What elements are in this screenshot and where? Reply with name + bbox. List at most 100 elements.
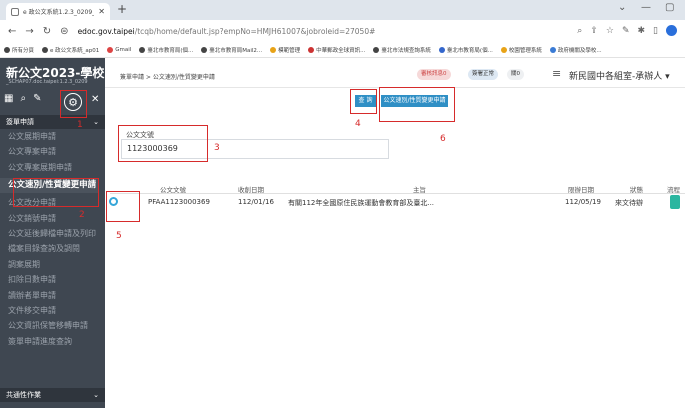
annotation-box-menu [13,178,99,207]
cell-doc-no: PFAA1123000369 [148,198,210,206]
edit-icon[interactable]: ✎ [33,93,41,104]
bookmark-item[interactable]: Gmail [107,46,131,53]
count-badge[interactable]: 關0 [507,69,524,80]
gmail-icon [107,46,114,53]
browser-tab-bar: e 政公文系統1.2.3_0209_SCHAP ✕ + ⌄ — ▢ [0,0,685,20]
annotation-box-field [118,125,208,162]
alert-badge[interactable]: 審核訊息0 [417,69,451,80]
bookmark-item[interactable]: 臺北市教育局(個... [139,46,193,54]
sidebar-item-deduct-days[interactable]: 扣除日數申請 [0,275,105,285]
table-row[interactable]: PFAA1123000369 112/01/16 有關112年全國原住民族運動會… [105,195,685,210]
annotation-box-query [350,89,377,114]
tab-close-icon[interactable]: ✕ [98,7,105,16]
caret-down-icon: ▾ [662,72,670,82]
cell-status: 來文待辦 [615,199,643,207]
bookmark-item[interactable]: 臺北市法規查詢系統 [373,46,431,54]
bookmark-item[interactable]: 所有分頁 [4,46,34,54]
sidebar-section-header[interactable]: 簽單申請 ⌄ [0,115,105,129]
bookmark-item[interactable]: e 政公文系統_ap01 [42,46,99,54]
forward-icon[interactable]: → [25,26,33,37]
table-divider [110,193,685,194]
sidepanel-icon[interactable]: ▯ [653,26,658,36]
address-bar: ← → ↻ ⊜ edoc.gov.taipei/tcqb/home/defaul… [0,20,685,42]
browser-tab[interactable]: e 政公文系統1.2.3_0209_SCHAP ✕ [6,3,110,20]
bookmark-icon [500,46,507,53]
bookmark-icon [308,46,315,53]
main-header: 簽單申請 > 公文速別/性質變更申請 審核訊息0 簽署正常 關0 ≡ 新民國中各… [105,58,685,88]
annotation-number: 2 [79,210,85,220]
annotation-box-apply [379,87,455,122]
zoom-icon[interactable]: ⌕ [577,26,582,36]
bookmark-icon [270,46,277,53]
annotation-number: 3 [214,143,220,153]
bookmark-item[interactable]: 模範管理 [270,46,300,54]
chevron-down-icon: ⌄ [93,118,99,126]
sidebar-item-reader-list[interactable]: 讀辦者單申請 [0,291,105,301]
star-icon[interactable]: ☆ [606,26,614,36]
bookmark-icon [438,46,445,53]
annotation-number: 6 [440,134,446,144]
annotation-box-radio [106,191,140,222]
new-tab-icon[interactable]: + [117,2,127,16]
puzzle-icon[interactable]: ✱ [638,26,646,36]
back-icon[interactable]: ← [8,26,16,37]
app-version: _SCHAP07.doc.taipei:1.2.3_0209 [6,79,88,85]
chevron-down-icon[interactable]: ⌄ [618,2,626,13]
bookmark-item[interactable]: 中華郵政全球資訊... [308,46,365,54]
sidebar-toolbar: ▦ ⌕ ✎ [4,93,41,104]
minimize-icon[interactable]: — [641,2,651,13]
sidebar-item-cancel-number[interactable]: 公文銷號申請 [0,214,105,224]
bookmark-icon [42,46,49,53]
sidebar-item-extension[interactable]: 公文展期申請 [0,132,105,142]
chevron-down-icon: ⌄ [93,391,99,399]
maximize-icon[interactable]: ▢ [665,2,674,13]
search-icon[interactable]: ⌕ [20,93,26,104]
url-field[interactable]: edoc.gov.taipei/tcqb/home/default.jsp?em… [78,27,376,36]
tab-favicon-icon [11,7,19,16]
share-icon[interactable]: ⇪ [590,26,598,36]
bookmark-icon [549,46,556,53]
bookmark-item[interactable]: 政府機關及學校... [549,46,602,54]
sidebar: 新公文2023-學校 _SCHAP07.doc.taipei:1.2.3_020… [0,58,105,408]
sidebar-item-project[interactable]: 公文專案申請 [0,147,105,157]
sidebar-item-custody-transfer[interactable]: 公文資訊保管移轉申請 [0,321,105,331]
extension-icon[interactable]: ✎ [622,26,630,36]
tab-title: e 政公文系統1.2.3_0209_SCHAP [23,9,94,16]
sidebar-item-progress-query[interactable]: 簽單申請進度查詢 [0,337,105,347]
sidebar-item-handover[interactable]: 文件移交申請 [0,306,105,316]
cell-subject: 有關112年全國原住民族運動會教育部及臺北... [288,199,435,207]
profile-avatar[interactable] [666,25,677,36]
sidebar-footer-label: 共通性作業 [6,391,41,399]
bookmark-item[interactable]: 臺北市教育局(個... [438,46,493,54]
sidebar-item-delay-archive[interactable]: 公文延後歸檔申請及列印 [0,229,105,239]
annotation-box-gear [60,90,87,118]
bookmark-icon [139,46,146,53]
calendar-icon[interactable]: ▦ [4,93,13,104]
menu-icon[interactable]: ≡ [552,67,561,80]
user-org-label: 新民國中各組室-承辦人 [569,72,663,82]
bookmark-icon [4,46,10,53]
screenshot: e 政公文系統1.2.3_0209_SCHAP ✕ + ⌄ — ▢ ← → ↻ … [0,0,685,408]
site-info-icon[interactable]: ⊜ [60,26,68,37]
annotation-number: 1 [77,120,83,130]
close-icon[interactable]: ✕ [91,94,99,105]
bookmark-item[interactable]: 臺北市教育局Mail2... [201,46,262,54]
user-org-dropdown[interactable]: 新民國中各組室-承辦人 ▾ [569,69,670,82]
flow-icon[interactable] [670,195,680,209]
annotation-number: 4 [355,119,361,129]
status-badge[interactable]: 簽署正常 [468,69,499,80]
bookmark-item[interactable]: 校園管理系統 [500,46,542,54]
address-actions: ⌕ ⇪ ☆ ✎ ✱ ▯ [577,25,677,36]
sidebar-footer-section[interactable]: 共通性作業 ⌄ [0,388,105,402]
sidebar-section-label: 簽單申請 [6,118,34,126]
bookmark-icon [373,46,380,53]
breadcrumb: 簽單申請 > 公文速別/性質變更申請 [120,74,215,81]
cell-due: 112/05/19 [565,198,601,206]
cell-date: 112/01/16 [238,198,274,206]
reload-icon[interactable]: ↻ [43,26,51,37]
bookmark-icon [201,46,208,53]
sidebar-item-file-extension[interactable]: 調案展期 [0,260,105,270]
annotation-number: 5 [116,231,122,241]
sidebar-item-project-extension[interactable]: 公文專案展期申請 [0,163,105,173]
sidebar-item-archive-query[interactable]: 檔案目錄查詢及調閱 [0,244,105,254]
